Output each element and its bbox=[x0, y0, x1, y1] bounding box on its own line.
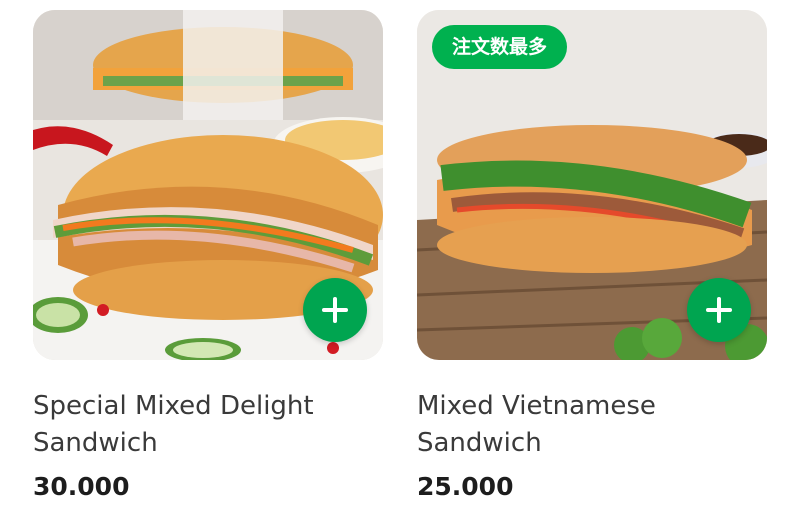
product-name: Special Mixed Delight Sandwich bbox=[33, 388, 383, 462]
product-name-line-1: Mixed Vietnamese bbox=[417, 391, 656, 421]
product-card-special-mixed[interactable]: Special Mixed Delight Sandwich 30.000 bbox=[33, 10, 383, 501]
product-image-mixed-vietnamese[interactable]: 注文数最多 bbox=[417, 10, 767, 360]
add-to-cart-button[interactable] bbox=[687, 278, 751, 342]
most-ordered-badge: 注文数最多 bbox=[432, 25, 568, 69]
product-price: 30.000 bbox=[33, 472, 130, 501]
product-price: 25.000 bbox=[417, 472, 514, 501]
add-to-cart-button[interactable] bbox=[303, 278, 367, 342]
product-name-line-2: Sandwich bbox=[417, 428, 542, 458]
product-grid: Special Mixed Delight Sandwich 30.000 注文… bbox=[0, 0, 800, 520]
product-image-special-mixed[interactable] bbox=[33, 10, 383, 360]
product-name-line-2: Sandwich bbox=[33, 428, 158, 458]
product-name-line-1: Special Mixed Delight bbox=[33, 391, 314, 421]
product-name: Mixed Vietnamese Sandwich bbox=[417, 388, 767, 462]
product-card-mixed-vietnamese[interactable]: 注文数最多 Mixed Vietnamese Sandwich 25.000 bbox=[417, 10, 767, 501]
